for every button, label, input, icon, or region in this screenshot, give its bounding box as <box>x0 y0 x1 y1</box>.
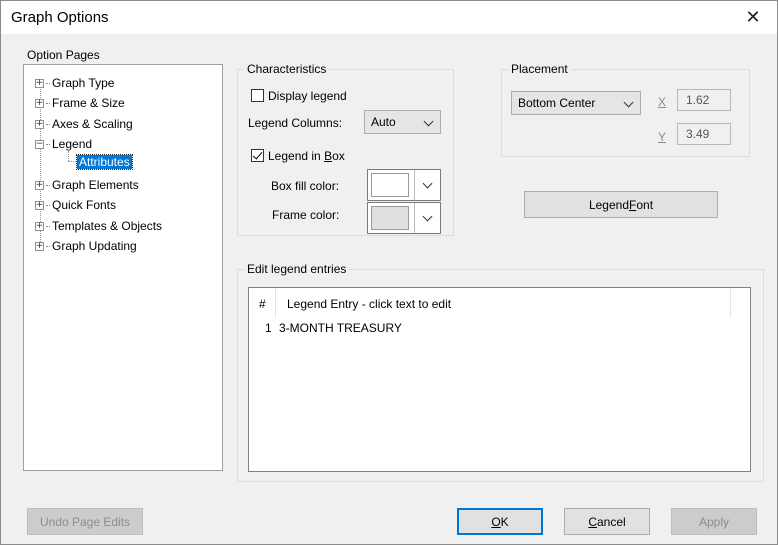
box-fill-color-picker[interactable] <box>367 169 441 201</box>
legend-entries-list[interactable]: # Legend Entry - click text to edit 1 3-… <box>248 287 751 472</box>
list-header: # Legend Entry - click text to edit <box>249 288 750 318</box>
chevron-down-icon <box>423 116 434 127</box>
tree-item-graph-updating[interactable]: + Graph Updating <box>35 237 137 255</box>
display-legend-checkbox[interactable] <box>251 89 264 102</box>
box-fill-color-swatch <box>371 173 409 197</box>
tree-item-axes-scaling[interactable]: + Axes & Scaling <box>35 115 133 133</box>
tree-item-templates-objects[interactable]: + Templates & Objects <box>35 217 162 235</box>
frame-color-swatch <box>371 206 409 230</box>
row-number: 1 <box>265 321 272 335</box>
tree-item-label: Graph Updating <box>52 239 137 253</box>
legend-entry-text[interactable]: 3-MONTH TREASURY <box>279 321 402 335</box>
expand-icon[interactable]: + <box>35 200 44 210</box>
frame-color-picker[interactable] <box>367 202 441 234</box>
chevron-down-icon <box>422 178 433 189</box>
chevron-down-icon <box>623 97 634 108</box>
chevron-down-icon <box>422 211 433 222</box>
tree-item-label: Frame & Size <box>52 96 125 110</box>
tree-item-label: Templates & Objects <box>52 219 163 233</box>
legend-in-box-label: Legend in Box <box>268 149 345 163</box>
box-fill-color-label: Box fill color: <box>271 179 340 193</box>
tree-item-quick-fonts[interactable]: + Quick Fonts <box>35 196 116 214</box>
placement-title: Placement <box>508 62 571 76</box>
expand-icon[interactable]: + <box>35 241 44 251</box>
cancel-button[interactable]: Cancel <box>564 508 650 535</box>
tree-item-label: Graph Elements <box>52 178 139 192</box>
title-bar: Graph Options ✕ <box>1 1 777 34</box>
tree-item-attributes[interactable]: Attributes <box>76 153 133 171</box>
option-pages-label: Option Pages <box>27 48 100 62</box>
tree-item-label: Axes & Scaling <box>52 117 133 131</box>
tree-item-graph-type[interactable]: + Graph Type <box>35 74 114 92</box>
legend-font-button[interactable]: Legend Font <box>524 191 718 218</box>
column-header-entry: Legend Entry - click text to edit <box>287 297 452 311</box>
placement-select[interactable]: Bottom Center <box>511 91 641 115</box>
placement-value: Bottom Center <box>518 96 596 110</box>
legend-columns-select[interactable]: Auto <box>364 110 441 134</box>
y-position-field[interactable]: 3.49 <box>677 123 731 145</box>
expand-icon[interactable]: + <box>35 180 44 190</box>
tree-item-label: Graph Type <box>52 76 115 90</box>
tree-item-label: Quick Fonts <box>52 198 117 212</box>
apply-button[interactable]: Apply <box>671 508 757 535</box>
tree-item-label: Legend <box>52 137 93 151</box>
collapse-icon[interactable]: − <box>35 139 44 149</box>
display-legend-label: Display legend <box>268 89 347 103</box>
option-pages-tree[interactable]: + Graph Type + Frame & Size + Axes & Sca… <box>23 64 223 471</box>
tree-item-legend[interactable]: − Legend <box>35 135 92 153</box>
x-position-field[interactable]: 1.62 <box>677 89 731 111</box>
table-row[interactable]: 1 3-MONTH TREASURY <box>249 319 729 337</box>
y-label: Y <box>658 130 667 144</box>
graph-options-dialog: Graph Options ✕ Option Pages + Graph Typ… <box>0 0 778 545</box>
legend-columns-value: Auto <box>371 115 396 129</box>
column-header-number: # <box>259 297 266 311</box>
frame-color-label: Frame color: <box>272 208 340 222</box>
expand-icon[interactable]: + <box>35 119 44 129</box>
close-icon[interactable]: ✕ <box>733 1 773 34</box>
characteristics-title: Characteristics <box>244 62 330 76</box>
edit-legend-entries-title: Edit legend entries <box>244 262 350 276</box>
ok-button[interactable]: OK <box>457 508 543 535</box>
legend-columns-label: Legend Columns: <box>248 116 343 130</box>
x-label: X <box>658 95 667 109</box>
undo-page-edits-button[interactable]: Undo Page Edits <box>27 508 143 535</box>
tree-connector-child-h <box>68 161 76 162</box>
tree-item-frame-size[interactable]: + Frame & Size <box>35 94 125 112</box>
window-title: Graph Options <box>11 9 109 26</box>
tree-item-graph-elements[interactable]: + Graph Elements <box>35 176 139 194</box>
expand-icon[interactable]: + <box>35 98 44 108</box>
tree-item-label: Attributes <box>76 154 133 170</box>
expand-icon[interactable]: + <box>35 78 44 88</box>
expand-icon[interactable]: + <box>35 221 44 231</box>
legend-in-box-checkbox[interactable] <box>251 149 264 162</box>
